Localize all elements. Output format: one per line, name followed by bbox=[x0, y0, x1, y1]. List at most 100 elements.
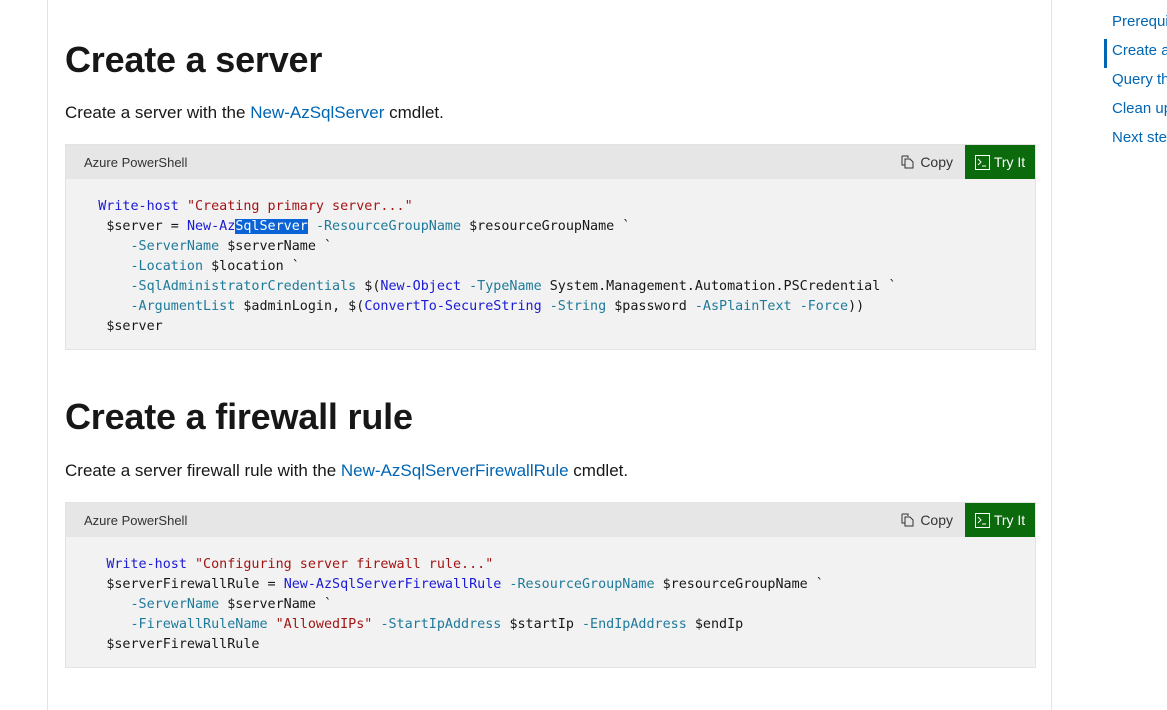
code-language: Azure PowerShell bbox=[84, 513, 188, 528]
code-token-cmd: New-Object bbox=[380, 279, 462, 294]
code-line: -ServerName $serverName ` bbox=[66, 597, 333, 612]
code-line: Write-host "Creating primary server..." bbox=[66, 199, 412, 214]
code-token-param: -TypeName bbox=[469, 279, 542, 294]
toc-item-prerequisites[interactable]: Prerequi bbox=[1104, 10, 1167, 39]
code-token-plain: = bbox=[259, 577, 284, 592]
code-line: $serverFirewallRule = New-AzSqlServerFir… bbox=[66, 577, 824, 592]
code-token-sel: SqlServer bbox=[235, 219, 308, 234]
code-token-param: -ServerName bbox=[130, 597, 220, 612]
copy-button[interactable]: Copy bbox=[901, 154, 953, 170]
copy-label: Copy bbox=[920, 154, 953, 170]
code-token-param: -FirewallRuleName bbox=[130, 617, 268, 632]
link-new-azsqlserverfirewallrule[interactable]: New-AzSqlServerFirewallRule bbox=[341, 461, 569, 480]
intro-create-firewall-rule: Create a server firewall rule with the N… bbox=[65, 461, 628, 481]
code-token-param: -Location bbox=[130, 259, 204, 274]
terminal-icon bbox=[974, 512, 990, 528]
toc-item-query[interactable]: Query th bbox=[1104, 68, 1167, 97]
toc-item-next-steps[interactable]: Next ste bbox=[1104, 126, 1167, 155]
code-token-var: $adminLogin bbox=[243, 299, 333, 314]
code-token-plain: , $( bbox=[332, 299, 365, 314]
code-token-param: -ServerName bbox=[130, 239, 220, 254]
code-token-var: $password bbox=[614, 299, 687, 314]
try-it-button[interactable]: Try It bbox=[965, 503, 1035, 537]
heading-create-firewall-rule: Create a firewall rule bbox=[65, 396, 413, 437]
code-header: Azure PowerShell Copy Try It bbox=[66, 145, 1035, 179]
link-new-azsqlserver[interactable]: New-AzSqlServer bbox=[250, 103, 384, 122]
code-token-plain: ` bbox=[283, 259, 300, 274]
code-token-plain: = bbox=[162, 219, 187, 234]
intro-text: Create a server firewall rule with the bbox=[65, 461, 341, 480]
code-token-param: -ResourceGroupName bbox=[315, 219, 462, 234]
try-it-button[interactable]: Try It bbox=[965, 145, 1035, 179]
code-line: Write-host "Configuring server firewall … bbox=[66, 557, 493, 572]
code-line: -Location $location ` bbox=[66, 259, 300, 274]
heading-create-server: Create a server bbox=[65, 39, 323, 80]
toc-item-clean-up[interactable]: Clean up bbox=[1104, 97, 1167, 126]
code-token-cmd: Write-host bbox=[98, 199, 179, 214]
code-token-plain: ` bbox=[315, 239, 333, 254]
code-token-param: -Force bbox=[799, 299, 849, 314]
code-language: Azure PowerShell bbox=[84, 155, 188, 170]
code-token-param: -AsPlainText bbox=[694, 299, 792, 314]
code-token-var: $serverFirewallRule bbox=[106, 637, 260, 652]
table-of-contents: Prerequi Create a Query th Clean up Next… bbox=[1104, 10, 1167, 155]
try-it-label: Try It bbox=[993, 512, 1026, 528]
code-token-var: $serverName bbox=[227, 239, 316, 254]
code-token-var: $serverFirewallRule bbox=[106, 577, 260, 592]
code-token-var: $serverName bbox=[227, 597, 316, 612]
code-token-param: -SqlAdministratorCredentials bbox=[130, 279, 357, 294]
code-line: -ServerName $serverName ` bbox=[66, 239, 333, 254]
code-token-cmd: Write-host bbox=[106, 557, 187, 572]
code-content[interactable]: Write-host "Creating primary server..." … bbox=[66, 179, 1035, 349]
code-line: $server bbox=[66, 319, 163, 334]
intro-text: cmdlet. bbox=[568, 461, 629, 480]
code-line: -SqlAdministratorCredentials $(New-Objec… bbox=[66, 279, 897, 294]
article-content: Create a server Create a server with the… bbox=[47, 0, 1052, 710]
code-token-var: $resourceGroupName bbox=[469, 219, 615, 234]
code-token-cmd: ConvertTo-SecureString bbox=[364, 299, 542, 314]
code-token-str: "Configuring server firewall rule..." bbox=[195, 557, 494, 572]
code-token-plain: ` bbox=[807, 577, 824, 592]
intro-text: Create a server with the bbox=[65, 103, 251, 122]
code-token-plain: ` bbox=[315, 597, 333, 612]
code-token-plain: ` bbox=[614, 219, 631, 234]
copy-label: Copy bbox=[920, 512, 953, 528]
code-token-plain: )) bbox=[848, 299, 865, 314]
code-token-var: $endIp bbox=[694, 617, 744, 632]
code-token-plain: System.Management.Automation.PSCredentia… bbox=[541, 279, 897, 294]
code-token-plain: $( bbox=[356, 279, 381, 294]
copy-icon bbox=[901, 155, 914, 169]
copy-button[interactable]: Copy bbox=[901, 512, 953, 528]
code-token-var: $resourceGroupName bbox=[662, 577, 808, 592]
toc-item-create[interactable]: Create a bbox=[1104, 39, 1167, 68]
code-line: -ArgumentList $adminLogin, $(ConvertTo-S… bbox=[66, 299, 865, 314]
code-block-create-server: Azure PowerShell Copy Try It Write-host … bbox=[65, 144, 1036, 350]
code-line: -FirewallRuleName "AllowedIPs" -StartIpA… bbox=[66, 617, 744, 632]
code-token-var: $server bbox=[106, 319, 163, 334]
code-token-param: -StartIpAddress bbox=[380, 617, 502, 632]
code-content[interactable]: Write-host "Configuring server firewall … bbox=[66, 537, 1035, 667]
code-token-param: -ResourceGroupName bbox=[509, 577, 655, 592]
code-header: Azure PowerShell Copy Try It bbox=[66, 503, 1035, 537]
